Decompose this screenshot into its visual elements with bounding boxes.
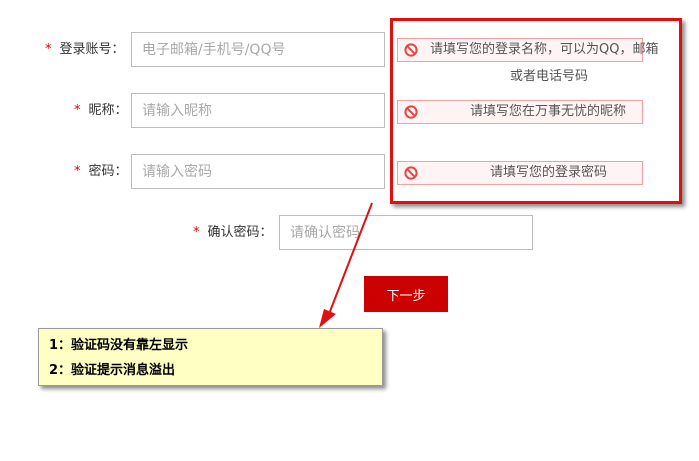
annotation-note: 1：验证码没有靠左显示 2：验证提示消息溢出 xyxy=(38,328,383,386)
callout-arrow xyxy=(319,202,373,328)
note-line-1: 1：验证码没有靠左显示 xyxy=(49,338,189,353)
note-line-2: 2：验证提示消息溢出 xyxy=(49,363,176,378)
